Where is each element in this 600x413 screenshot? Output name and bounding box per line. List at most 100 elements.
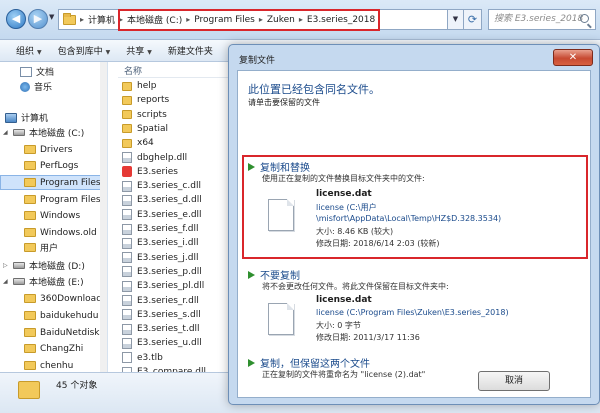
nav-item[interactable]: chenhu bbox=[24, 358, 73, 372]
breadcrumb-program-files[interactable]: Program Files bbox=[194, 15, 255, 25]
chevron-right-icon: ▸ bbox=[258, 15, 263, 24]
nav-item-label: baidukehudu bbox=[40, 310, 99, 321]
nav-item[interactable]: ChangZhi bbox=[24, 341, 83, 356]
file-row[interactable]: help bbox=[122, 79, 156, 93]
option-dont-copy[interactable]: 不要复制 将不会更改任何文件。将此文件保留在目标文件夹中: license.da… bbox=[248, 267, 582, 347]
breadcrumb-computer[interactable]: 计算机 bbox=[88, 13, 115, 26]
nav-item[interactable]: Windows bbox=[24, 208, 80, 223]
nav-item[interactable]: 音乐 bbox=[20, 79, 52, 94]
nav-item[interactable]: ◢ 计算机 bbox=[0, 110, 48, 125]
breadcrumb-drive-c[interactable]: 本地磁盘 (C:) bbox=[127, 13, 182, 26]
address-input[interactable]: ▸ 计算机 ▸ 本地磁盘 (C:) ▸ Program Files ▸ Zuke… bbox=[58, 9, 448, 30]
file-icon bbox=[268, 303, 294, 335]
folder-icon bbox=[122, 138, 132, 148]
folder-icon bbox=[24, 178, 36, 187]
nav-item[interactable]: BaiduNetdisk bbox=[24, 325, 100, 340]
file-row[interactable]: E3.series_t.dll bbox=[122, 322, 200, 336]
file-row[interactable]: dbghelp.dll bbox=[122, 151, 187, 165]
file-modified: 修改日期: 2018/6/14 2:03 (较新) bbox=[316, 239, 440, 248]
folder-icon bbox=[24, 228, 36, 237]
file-row[interactable]: E3.series bbox=[122, 165, 178, 179]
file-name: E3.series_u.dll bbox=[137, 338, 202, 349]
folder-icon bbox=[24, 344, 36, 353]
file-row[interactable]: E3.series_r.dll bbox=[122, 294, 199, 308]
file-row[interactable]: scripts bbox=[122, 108, 167, 122]
breadcrumb-e3-series[interactable]: E3.series_2018 bbox=[307, 15, 375, 25]
file-row[interactable]: E3.series_s.dll bbox=[122, 308, 201, 322]
nav-scrollbar[interactable] bbox=[100, 62, 107, 372]
refresh-button[interactable]: ⟳ bbox=[464, 9, 482, 30]
new-folder-button[interactable]: 新建文件夹 bbox=[168, 44, 213, 57]
close-button[interactable]: ✕ bbox=[553, 49, 593, 66]
nav-item-label: PerfLogs bbox=[40, 160, 79, 171]
file-row[interactable]: E3.series_f.dll bbox=[122, 222, 199, 236]
file-row[interactable]: E3.series_j.dll bbox=[122, 251, 199, 265]
expand-arrow-icon[interactable]: ◢ bbox=[3, 278, 9, 285]
file-row[interactable]: Spatial bbox=[122, 122, 168, 136]
search-icon bbox=[580, 14, 589, 23]
file-size: 大小: 0 字节 bbox=[316, 321, 361, 330]
file-row[interactable]: E3.series_d.dll bbox=[122, 193, 202, 207]
include-in-library-button[interactable]: 包含到库中 ▼ bbox=[58, 44, 111, 57]
green-arrow-icon bbox=[248, 358, 255, 367]
drive-icon bbox=[13, 129, 25, 136]
expand-arrow-icon[interactable]: ◢ bbox=[0, 114, 1, 121]
address-dropdown-button[interactable]: ▼ bbox=[448, 9, 464, 30]
search-input[interactable]: 搜索 E3.series_2018 bbox=[488, 9, 596, 30]
breadcrumb-zuken[interactable]: Zuken bbox=[267, 15, 295, 25]
nav-item-label: 用户 bbox=[40, 244, 59, 254]
file-row[interactable]: E3.series_pl.dll bbox=[122, 279, 204, 293]
file-row[interactable]: E3_compare.dll bbox=[122, 365, 206, 372]
nav-item-label: chenhu bbox=[40, 360, 74, 371]
option-copy-and-replace[interactable]: 复制和替换 使用正在复制的文件替换目标文件夹中的文件: license.dat … bbox=[248, 159, 582, 255]
file-row[interactable]: E3.series_u.dll bbox=[122, 336, 202, 350]
file-row[interactable]: E3.series_i.dll bbox=[122, 236, 199, 250]
recent-pages-dropdown[interactable]: ▼ bbox=[49, 13, 54, 21]
back-button[interactable]: ◀ bbox=[6, 9, 26, 29]
forward-button[interactable]: ▶ bbox=[28, 9, 48, 29]
nav-item-label: 本地磁盘 (D:) bbox=[29, 262, 85, 272]
file-row[interactable]: x64 bbox=[122, 136, 154, 150]
option-description: 将不会更改任何文件。将此文件保留在目标文件夹中: bbox=[262, 282, 449, 291]
file-row[interactable]: E3.series_p.dll bbox=[122, 265, 202, 279]
dll-file-icon bbox=[122, 280, 132, 292]
cancel-button[interactable]: 取消 bbox=[478, 371, 550, 391]
nav-item-label: 360Download bbox=[40, 293, 102, 304]
file-name: E3.series_c.dll bbox=[137, 181, 201, 192]
expand-arrow-icon[interactable]: ▷ bbox=[3, 262, 9, 269]
nav-item[interactable]: Windows.old bbox=[24, 225, 97, 240]
file-row[interactable]: E3.series_c.dll bbox=[122, 179, 201, 193]
share-button[interactable]: 共享 ▼ bbox=[126, 44, 152, 57]
file-row[interactable]: reports bbox=[122, 93, 169, 107]
nav-item[interactable]: Program Files bbox=[24, 192, 101, 207]
file-name: E3.series_d.dll bbox=[137, 195, 202, 206]
document-icon bbox=[20, 66, 32, 77]
nav-item-label: 本地磁盘 (C:) bbox=[29, 129, 85, 139]
expand-arrow-icon[interactable]: ◢ bbox=[3, 129, 9, 136]
dll-file-icon bbox=[122, 337, 132, 349]
nav-item[interactable]: PerfLogs bbox=[24, 158, 78, 173]
nav-item[interactable]: 文档 bbox=[20, 64, 54, 79]
copy-file-dialog: 复制文件 ✕ 此位置已经包含同名文件。 请单击要保留的文件 复制和替换 使用正在… bbox=[228, 44, 600, 405]
file-row[interactable]: E3.series_e.dll bbox=[122, 208, 202, 222]
dll-file-icon bbox=[122, 194, 132, 206]
folder-icon bbox=[24, 161, 36, 170]
nav-item[interactable]: baidukehudu bbox=[24, 308, 98, 323]
nav-item[interactable]: 360Download bbox=[24, 291, 102, 306]
nav-item[interactable]: ▷ 本地磁盘 (D:) bbox=[3, 258, 85, 273]
option-description: 正在复制的文件将重命名为 "license (2).dat" bbox=[262, 370, 426, 379]
folder-icon bbox=[18, 381, 40, 399]
nav-item[interactable]: Program Files bbox=[24, 175, 101, 190]
file-row[interactable]: e3.tlb bbox=[122, 351, 163, 365]
nav-item[interactable]: Drivers bbox=[24, 142, 72, 157]
nav-item[interactable]: ◢ 本地磁盘 (C:) bbox=[3, 125, 84, 140]
folder-icon bbox=[24, 195, 36, 204]
chevron-down-icon: ▼ bbox=[105, 49, 111, 56]
column-header-name[interactable]: 名称 bbox=[118, 64, 230, 78]
refresh-icon: ⟳ bbox=[467, 13, 478, 26]
file-name: license.dat bbox=[316, 189, 372, 199]
nav-item[interactable]: 用户 bbox=[24, 240, 58, 255]
organize-button[interactable]: 组织 ▼ bbox=[16, 44, 42, 57]
dll-file-icon bbox=[122, 266, 132, 278]
nav-item[interactable]: ◢ 本地磁盘 (E:) bbox=[3, 274, 84, 289]
